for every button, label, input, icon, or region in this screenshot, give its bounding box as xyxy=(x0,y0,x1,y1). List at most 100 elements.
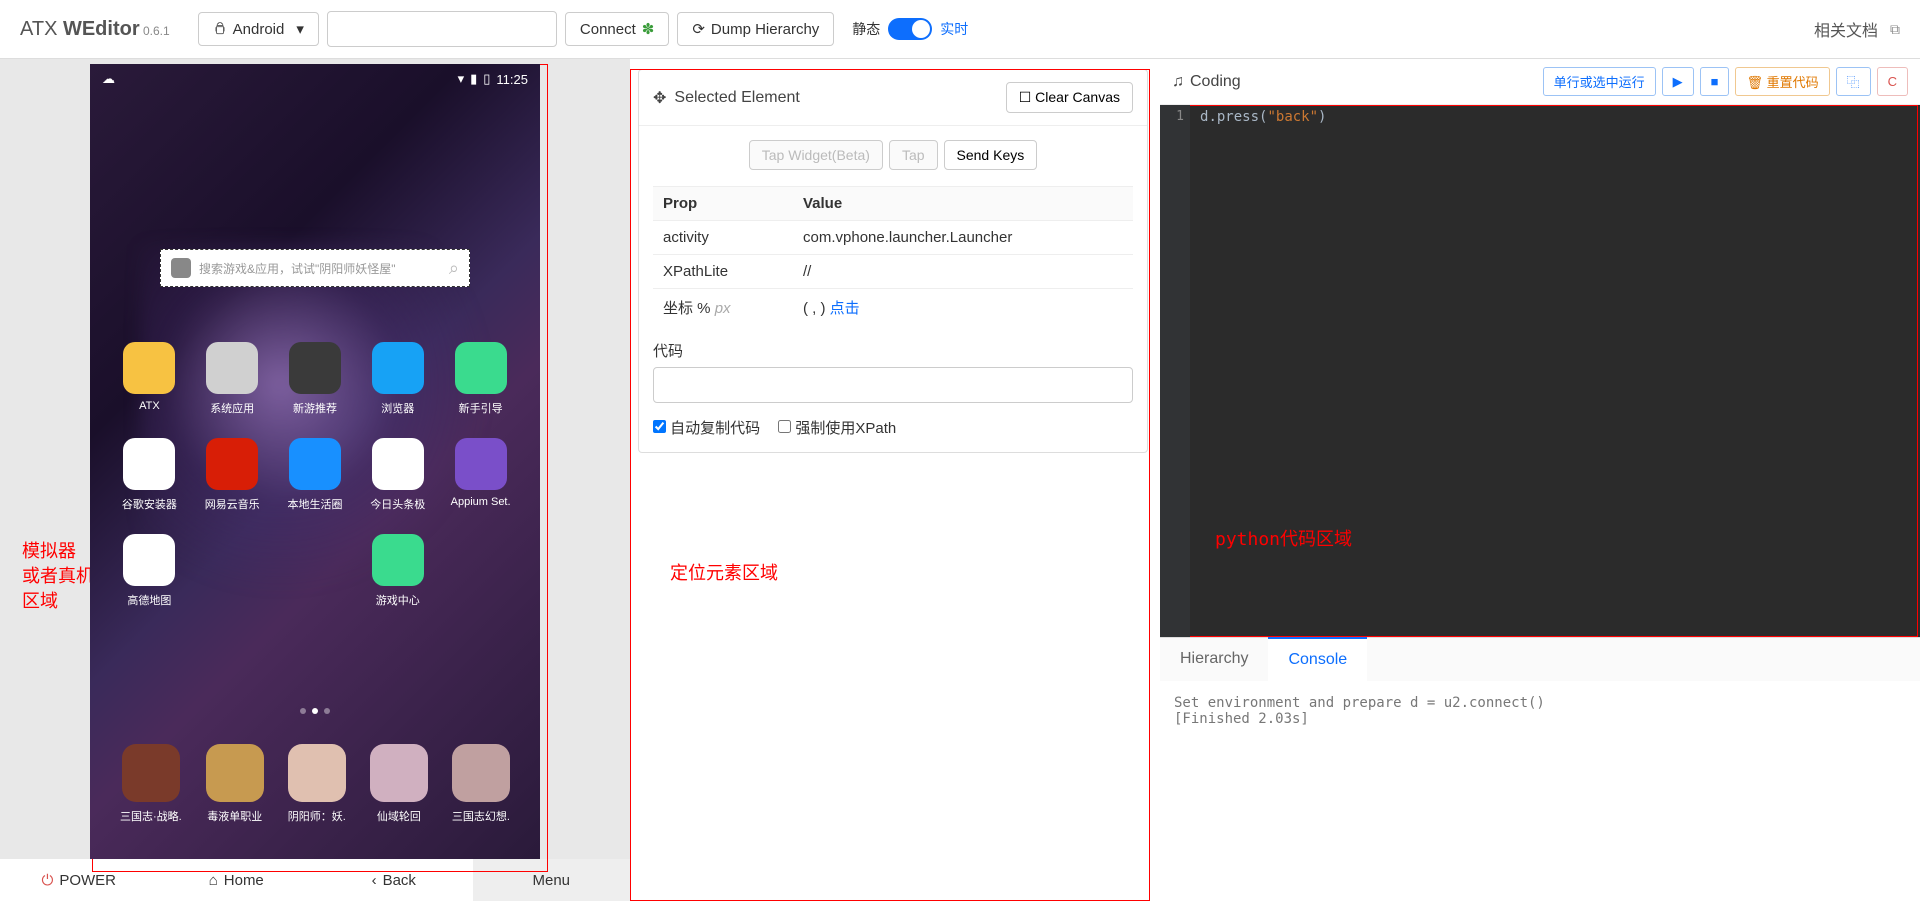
element-panel: 定位元素区域 ✥ Selected Element ☐ Clear Canvas… xyxy=(630,59,1160,901)
app-label: 高德地图 xyxy=(127,592,171,608)
auto-copy-check[interactable]: 自动复制代码 xyxy=(653,417,760,438)
card-header: ✥ Selected Element ☐ Clear Canvas xyxy=(639,70,1147,126)
console-output: Set environment and prepare d = u2.conne… xyxy=(1160,681,1920,901)
power-label: POWER xyxy=(59,872,116,889)
app-dock-3[interactable]: 仙域轮回 xyxy=(370,744,428,824)
app-icon xyxy=(206,744,264,802)
app-dock-1[interactable]: 毒液单职业 xyxy=(206,744,264,824)
app-icon xyxy=(455,342,507,394)
topbar: ATX WEditor 0.6.1 Android ▾ Connect ✽ ⟳ … xyxy=(0,0,1920,59)
platform-label: Android xyxy=(233,21,285,38)
copy-button[interactable]: ⿻ xyxy=(1836,67,1871,96)
app-10[interactable]: 高德地图 xyxy=(108,534,191,608)
selected-element-card: ✥ Selected Element ☐ Clear Canvas Tap Wi… xyxy=(638,69,1148,453)
phone-screen[interactable]: ☁ ▾ ▮ ▯ 11:25 搜索游戏&应用，试试"阴阳师妖怪屋" ⌕ ATX系统… xyxy=(90,64,540,859)
value-cell: // xyxy=(793,255,1133,289)
app-dock-4[interactable]: 三国志幻想. xyxy=(452,744,510,824)
app-label: 仙域轮回 xyxy=(377,808,421,824)
page-indicator xyxy=(90,708,540,714)
run-selection-button[interactable]: 单行或选中运行 xyxy=(1543,67,1656,96)
play-button[interactable]: ▶ xyxy=(1662,67,1694,96)
leaf-icon: ✽ xyxy=(642,20,655,38)
app-0[interactable]: ATX xyxy=(108,342,191,416)
search-provider-icon xyxy=(171,258,191,278)
code-editor[interactable]: python代码区域 1 d.press("back") xyxy=(1160,105,1920,637)
app-icon xyxy=(370,744,428,802)
app-1[interactable]: 系统应用 xyxy=(191,342,274,416)
card-title-text: Selected Element xyxy=(674,89,799,107)
coding-panel: ♫ Coding 单行或选中运行 ▶ ■ 🗑 重置代码 ⿻ C python代码… xyxy=(1160,59,1920,901)
coding-actions: 单行或选中运行 ▶ ■ 🗑 重置代码 ⿻ C xyxy=(1543,67,1908,96)
caret-down-icon: ▾ xyxy=(296,20,304,38)
app-7[interactable]: 本地生活圈 xyxy=(274,438,357,512)
launcher-search[interactable]: 搜索游戏&应用，试试"阴阳师妖怪屋" ⌕ xyxy=(160,249,470,287)
static-label: 静态 xyxy=(852,19,880,39)
copy-icon: ⿻ xyxy=(1847,75,1860,90)
app-3[interactable]: 浏览器 xyxy=(356,342,439,416)
app-icon xyxy=(289,438,341,490)
home-button[interactable]: ⌂Home xyxy=(158,859,316,901)
app-dock-2[interactable]: 阴阳师：妖. xyxy=(288,744,346,824)
app-icon xyxy=(123,438,175,490)
clear-canvas-button[interactable]: ☐ Clear Canvas xyxy=(1006,82,1133,113)
live-toggle-group: 静态 实时 xyxy=(852,18,968,40)
app-label: 阴阳师：妖. xyxy=(288,808,346,824)
power-button[interactable]: ⏻POWER xyxy=(0,859,158,901)
app-label: 谷歌安装器 xyxy=(122,496,177,512)
app-6[interactable]: 网易云音乐 xyxy=(191,438,274,512)
dump-hierarchy-button[interactable]: ⟳ Dump Hierarchy xyxy=(677,12,834,46)
app-label: 三国志·战略. xyxy=(120,808,182,824)
card-title: ✥ Selected Element xyxy=(653,88,800,108)
tab-console[interactable]: Console xyxy=(1268,637,1367,681)
table-row: XPathLite// xyxy=(653,255,1133,289)
app-label: 网易云音乐 xyxy=(205,496,260,512)
platform-dropdown[interactable]: Android ▾ xyxy=(198,12,319,46)
tab-hierarchy[interactable]: Hierarchy xyxy=(1160,638,1268,681)
app-5[interactable]: 谷歌安装器 xyxy=(108,438,191,512)
app-icon xyxy=(288,744,346,802)
device-address-input[interactable] xyxy=(327,11,557,47)
app-icon xyxy=(206,342,258,394)
app-label: 游戏中心 xyxy=(376,592,420,608)
status-time: 11:25 xyxy=(496,72,528,87)
android-icon xyxy=(213,22,227,36)
reset-code-button[interactable]: 🗑 重置代码 xyxy=(1735,67,1829,96)
value-header: Value xyxy=(793,187,1133,221)
home-label: Home xyxy=(224,872,264,889)
crosshair-icon: ✥ xyxy=(653,88,666,108)
stop-button[interactable]: ■ xyxy=(1700,67,1730,96)
app-4[interactable]: 新手引导 xyxy=(439,342,522,416)
app-9[interactable]: Appium Set. xyxy=(439,438,522,512)
back-button[interactable]: ‹Back xyxy=(315,859,473,901)
device-panel: 模拟器 或者真机 区域 ☁ ▾ ▮ ▯ 11:25 搜索游戏&应用，试试"阴阳师… xyxy=(0,59,630,901)
coord-prop: 坐标 % px xyxy=(653,289,793,327)
docs-link[interactable]: 相关文档 xyxy=(1814,17,1878,41)
live-toggle[interactable] xyxy=(888,18,932,40)
app-icon xyxy=(123,534,175,586)
app-dock-0[interactable]: 三国志·战略. xyxy=(120,744,182,824)
phone-wrap: 模拟器 或者真机 区域 ☁ ▾ ▮ ▯ 11:25 搜索游戏&应用，试试"阴阳师… xyxy=(0,59,630,859)
connect-button[interactable]: Connect ✽ xyxy=(565,12,669,46)
refresh-icon: ⟳ xyxy=(692,20,705,38)
external-link-icon: ⧉ xyxy=(1890,21,1900,38)
dump-label: Dump Hierarchy xyxy=(711,21,819,38)
table-row: activitycom.vphone.launcher.Launcher xyxy=(653,221,1133,255)
menu-button[interactable]: Menu xyxy=(473,859,631,901)
brand-pre: ATX xyxy=(20,18,63,40)
tap-button[interactable]: Tap xyxy=(889,140,938,170)
app-11[interactable]: 游戏中心 xyxy=(356,534,439,608)
app-label: 新游推荐 xyxy=(293,400,337,416)
brand-bold: WEditor xyxy=(63,18,140,40)
force-xpath-check[interactable]: 强制使用XPath xyxy=(778,417,896,438)
status-bar: ☁ ▾ ▮ ▯ 11:25 xyxy=(90,64,540,94)
reload-button[interactable]: C xyxy=(1877,67,1908,96)
prop-table: PropValue activitycom.vphone.launcher.La… xyxy=(653,186,1133,326)
app-2[interactable]: 新游推荐 xyxy=(274,342,357,416)
tap-widget-button[interactable]: Tap Widget(Beta) xyxy=(749,140,883,170)
reload-icon: C xyxy=(1888,74,1897,89)
connect-label: Connect xyxy=(580,21,636,38)
app-8[interactable]: 今日头条极 xyxy=(356,438,439,512)
coord-click-link[interactable]: 点击 xyxy=(830,300,860,317)
code-input[interactable] xyxy=(653,367,1133,403)
send-keys-button[interactable]: Send Keys xyxy=(944,140,1038,170)
